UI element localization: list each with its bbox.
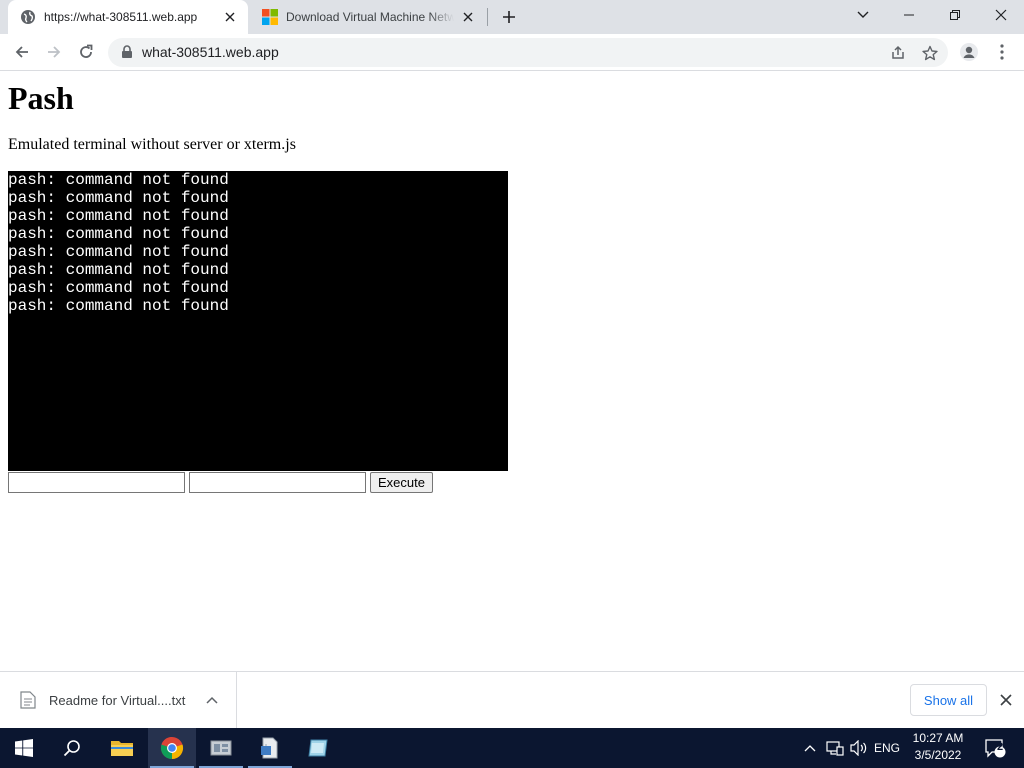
windows-taskbar: ENG 10:27 AM 3/5/2022 2 <box>0 728 1024 768</box>
forward-button[interactable] <box>41 39 67 65</box>
chevron-up-icon <box>804 745 816 752</box>
tab-search-button[interactable] <box>840 0 886 30</box>
restore-icon <box>950 10 960 20</box>
execute-button[interactable]: Execute <box>370 471 433 493</box>
url-text[interactable]: what-308511.web.app <box>142 38 279 67</box>
close-download-shelf-icon[interactable] <box>998 692 1014 708</box>
download-file-name: Readme for Virtual....txt <box>49 692 186 708</box>
address-bar[interactable]: what-308511.web.app <box>108 38 948 67</box>
search-icon <box>63 740 80 757</box>
plus-icon <box>503 11 515 23</box>
profile-button[interactable] <box>956 39 982 65</box>
tab-title: Download Virtual Machine Netwo <box>286 10 454 24</box>
microsoft-logo-icon <box>262 9 278 25</box>
browser-toolbar: what-308511.web.app <box>0 34 1024 71</box>
terminal-line: pash: command not found <box>8 243 229 261</box>
terminal-output[interactable]: pash: command not found pash: command not… <box>8 171 508 471</box>
close-window-button[interactable] <box>978 0 1024 30</box>
volume-button[interactable] <box>848 728 870 768</box>
minimize-icon <box>904 14 914 16</box>
menu-button[interactable] <box>989 39 1015 65</box>
page-content: Pash Emulated terminal without server or… <box>0 72 1024 670</box>
terminal-line: pash: command not found <box>8 261 229 279</box>
arrow-left-icon <box>15 46 28 58</box>
page-description: Emulated terminal without server or xter… <box>8 136 296 153</box>
show-all-button[interactable]: Show all <box>910 684 987 716</box>
app-button-3[interactable] <box>246 728 294 768</box>
text-file-icon <box>20 691 36 709</box>
file-explorer-button[interactable] <box>98 728 146 768</box>
reload-button[interactable] <box>73 39 99 65</box>
document-app-icon <box>261 737 278 759</box>
windows-logo-icon <box>15 739 33 757</box>
search-button[interactable] <box>48 728 96 768</box>
download-item[interactable]: Readme for Virtual....txt <box>0 672 237 728</box>
system-clock[interactable]: 10:27 AM 3/5/2022 <box>906 730 970 766</box>
network-icon <box>826 741 844 756</box>
close-tab-icon[interactable] <box>222 9 238 25</box>
terminal-line: pash: command not found <box>8 189 229 207</box>
tab-pash[interactable]: https://what-308511.web.app <box>8 0 248 34</box>
command-input-2[interactable] <box>189 471 366 493</box>
app-button-4[interactable] <box>294 728 342 768</box>
tab-title: https://what-308511.web.app <box>44 10 198 24</box>
chrome-icon <box>160 736 184 760</box>
close-tab-icon[interactable] <box>460 9 476 25</box>
folder-icon <box>111 741 133 756</box>
chevron-up-icon[interactable] <box>204 692 220 708</box>
avatar-icon <box>960 43 978 61</box>
restore-button[interactable] <box>932 0 978 30</box>
globe-icon <box>20 9 36 25</box>
close-icon <box>995 9 1007 21</box>
tab-separator <box>487 8 488 26</box>
server-manager-button[interactable] <box>197 728 245 768</box>
notification-count: 2 <box>997 741 1004 753</box>
download-shelf: Readme for Virtual....txt Show all <box>0 671 1024 728</box>
clock-time: 10:27 AM <box>912 731 964 745</box>
start-button[interactable] <box>0 728 48 768</box>
tab-strip: https://what-308511.web.app Download Vir… <box>0 0 1024 34</box>
bookmark-star-icon[interactable] <box>920 43 940 63</box>
clock-date: 3/5/2022 <box>914 748 962 762</box>
terminal-line: pash: command not found <box>8 279 229 297</box>
reload-icon <box>80 44 93 58</box>
terminal-line: pash: command not found <box>8 171 229 189</box>
terminal-line: pash: command not found <box>8 297 229 315</box>
minimize-button[interactable] <box>886 0 932 30</box>
chevron-down-icon <box>857 11 869 18</box>
terminal-line: pash: command not found <box>8 207 229 225</box>
tab-download-virtual-machine[interactable]: Download Virtual Machine Netwo <box>250 0 486 34</box>
new-tab-button[interactable] <box>498 6 520 28</box>
kebab-menu-icon <box>1000 44 1004 60</box>
command-form: Execute <box>8 471 433 493</box>
language-indicator[interactable]: ENG <box>872 728 902 768</box>
terminal-line: pash: command not found <box>8 225 229 243</box>
page-title: Pash <box>8 80 74 116</box>
show-hidden-icons-button[interactable] <box>800 728 820 768</box>
network-button[interactable] <box>824 728 846 768</box>
chrome-taskbar-button[interactable] <box>148 728 196 768</box>
command-input-1[interactable] <box>8 471 185 493</box>
share-icon[interactable] <box>888 43 908 63</box>
hyper-v-icon <box>308 739 328 757</box>
server-manager-icon <box>210 740 232 756</box>
arrow-right-icon <box>48 46 61 58</box>
action-center-button[interactable]: 2 <box>978 728 1012 768</box>
speaker-icon <box>850 740 867 756</box>
lock-icon[interactable] <box>120 45 134 59</box>
back-button[interactable] <box>9 39 35 65</box>
